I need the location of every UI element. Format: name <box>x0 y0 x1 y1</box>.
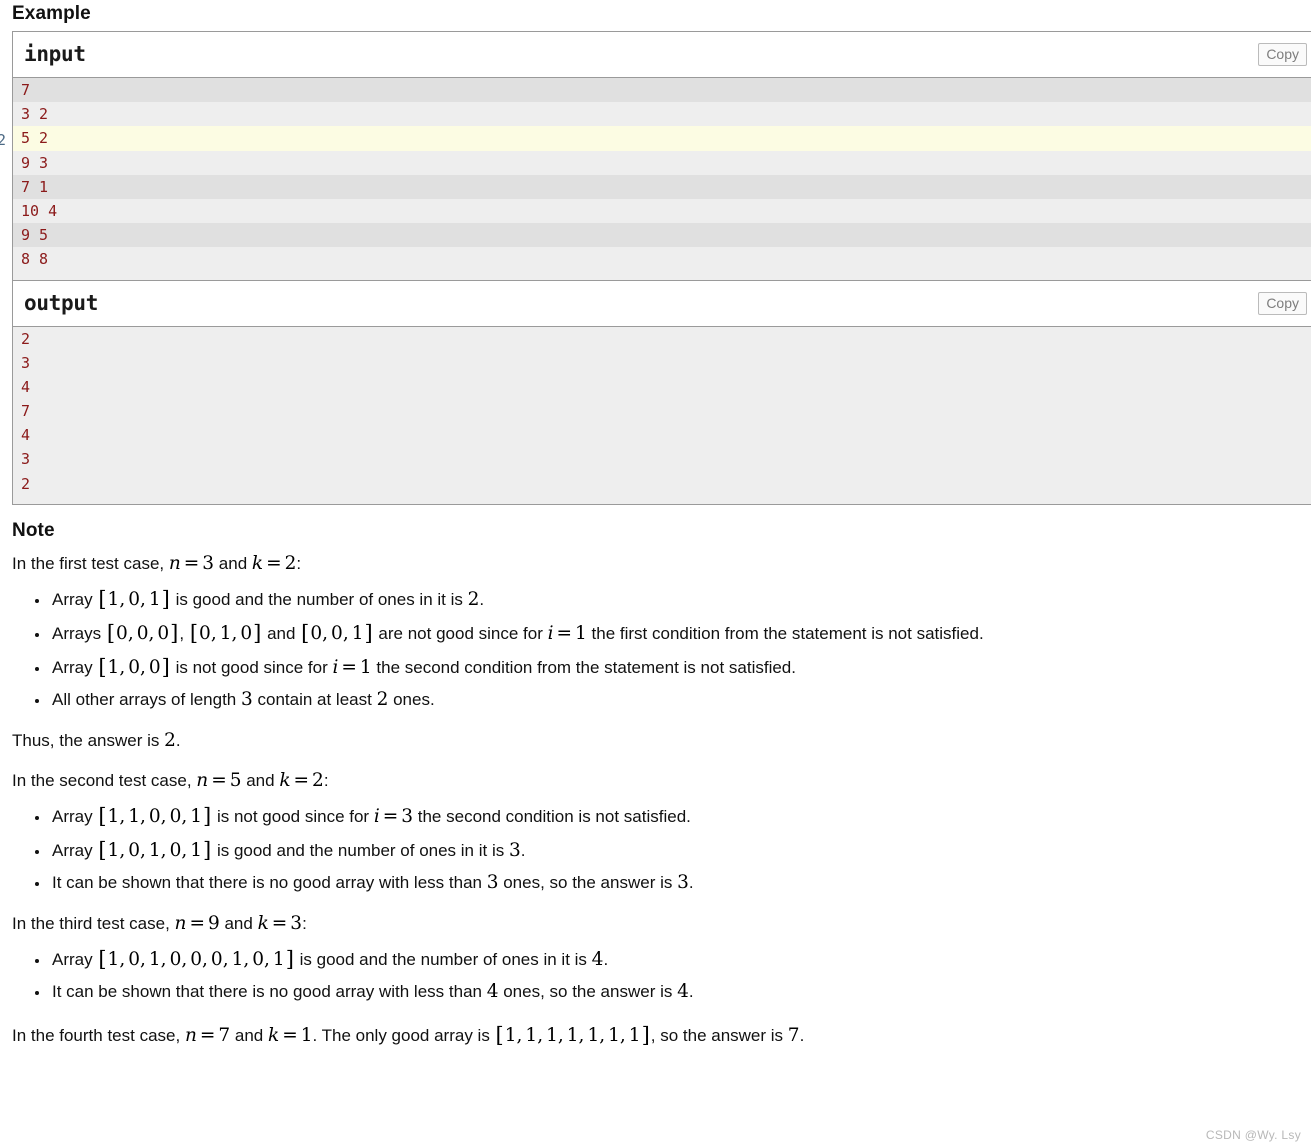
note-case1-conclusion: Thus, the answer is 2. <box>12 729 181 751</box>
sample-line: 2 <box>13 471 1311 496</box>
sample-line: 8 8 <box>13 247 1311 272</box>
math-array: [1, 0, 0] <box>98 654 170 679</box>
sample-line: 9 3 <box>13 150 1311 175</box>
math-number: 3 <box>677 872 689 894</box>
math-number: 3 <box>508 840 521 862</box>
math-number: 2 <box>376 688 389 710</box>
sample-line: 10 4 <box>13 198 1311 224</box>
note-bullet-item: All other arrays of length 3 contain at … <box>50 686 1302 714</box>
note-case2-intro: In the second test case, n = 5 and k = 2: <box>12 770 329 792</box>
math-array: [1, 1, 1, 1, 1, 1, 1] <box>495 1023 650 1048</box>
note-bullet-item: Arrays [0,0,0], [0,1,0] and [0,0,1] are … <box>50 618 1302 650</box>
sample-line: 4 <box>13 374 1311 400</box>
note-bullet-item: Array [1,0,1,0,1] is good and the number… <box>50 835 1302 867</box>
math-number: 3 <box>486 872 499 894</box>
math-array: [1, 0, 1, 0, 0, 0, 1, 0, 1] <box>98 947 294 971</box>
sample-line: 7 <box>13 399 1311 424</box>
problem-statement-page: Example input Copy 73 25 29 37 1 10 49 58… <box>0 0 1311 1148</box>
sample-tests-container: input Copy 73 25 29 37 1 10 49 58 8 outpu… <box>12 31 1311 505</box>
math-array: [1, 1, 0, 0, 1] <box>98 804 212 829</box>
math-array: [1, 0, 1] <box>98 586 170 611</box>
math-expression: k = 1 <box>267 1025 313 1047</box>
math-expression: k = 2 <box>251 553 297 574</box>
example-section-heading: Example <box>12 3 91 24</box>
sample-input-text[interactable]: 73 25 29 37 1 10 49 58 8 <box>13 77 1311 280</box>
math-number: 4 <box>591 949 604 970</box>
math-expression: n = 3 <box>168 553 215 574</box>
math-array: [0, 0, 0] <box>106 620 179 645</box>
note-case3-intro: In the third test case, n = 9 and k = 3: <box>12 913 307 935</box>
sample-line: 4 <box>13 423 1311 448</box>
copy-input-button[interactable]: Copy <box>1258 43 1307 66</box>
sample-line: 7 1 <box>13 174 1311 199</box>
copy-output-button[interactable]: Copy <box>1258 291 1307 315</box>
sample-input-header: input Copy <box>13 32 1311 77</box>
note-bullet-item: Array [1,0,1,0,0,0,1,0,1] is good and th… <box>50 944 1302 976</box>
sample-line: 3 <box>13 447 1311 472</box>
sample-pre-padding <box>13 271 1311 280</box>
sample-input-block: input Copy 73 25 29 37 1 10 49 58 8 <box>12 31 1311 280</box>
math-expression: k = 3 <box>257 913 303 935</box>
note-case3-bullets: Array [1,0,1,0,0,0,1,0,1] is good and th… <box>12 944 1302 1006</box>
sample-line: 5 2 <box>13 126 1311 151</box>
math-number: 4 <box>677 980 689 1002</box>
math-number: 3 <box>240 688 253 710</box>
sample-input-title: input <box>24 42 86 66</box>
note-body: In the first test case, n=3 and k=2: Arr… <box>12 551 1302 1064</box>
sample-line: 7 <box>13 78 1311 103</box>
sample-line: 9 5 <box>13 223 1311 248</box>
sample-output-header: output Copy <box>13 280 1311 326</box>
note-case2-bullets: Array [1,1,0,0,1] is not good since for … <box>12 801 1302 897</box>
sample-output-title: output <box>24 290 99 315</box>
math-condition: i = 1 <box>332 656 372 678</box>
note-bullet-item: Array [1,0,1] is good and the number of … <box>50 584 1302 616</box>
math-expression: n = 5 <box>196 770 242 792</box>
note-bullet-item: Array [1,1,0,0,1] is not good since for … <box>50 801 1302 833</box>
left-edge-artifact: 2 <box>0 131 7 149</box>
csdn-watermark: CSDN @Wy. Lsy <box>1205 1128 1301 1142</box>
sample-output-text[interactable]: 2347432 <box>13 325 1311 504</box>
note-case4-paragraph: In the fourth test case, n = 7 and k = 1. Th… <box>12 1023 805 1048</box>
math-array: [1, 0, 1, 0, 1] <box>98 838 212 863</box>
sample-output-block: output Copy 2347432 <box>12 279 1311 505</box>
math-expression: n = 7 <box>184 1025 231 1047</box>
note-case1-bullets: Array [1,0,1] is good and the number of … <box>12 584 1302 714</box>
note-case1-intro: In the first test case, n = 3 and k = 2: <box>12 553 302 574</box>
math-number: 2 <box>164 729 176 751</box>
note-bullet-item: Array [1,0,0] is not good since for i=1 … <box>50 652 1302 684</box>
sample-pre-padding <box>13 495 1311 504</box>
note-section-heading: Note <box>12 520 55 541</box>
sample-line: 3 <box>13 350 1311 375</box>
math-expression: n = 9 <box>174 913 220 935</box>
math-expression: k = 2 <box>279 770 324 792</box>
math-condition: i = 3 <box>373 806 414 828</box>
math-number: 2 <box>467 588 480 610</box>
note-bullet-item: It can be shown that there is no good ar… <box>50 978 1302 1006</box>
math-condition: i = 1 <box>547 622 587 644</box>
math-number: 7 <box>787 1025 800 1047</box>
math-array: [0, 0, 1] <box>301 620 373 645</box>
math-array: [0, 1, 0] <box>189 620 262 645</box>
sample-line: 3 2 <box>13 102 1311 127</box>
sample-line: 2 <box>13 326 1311 351</box>
note-bullet-item: It can be shown that there is no good ar… <box>50 869 1302 897</box>
math-number: 4 <box>486 980 499 1002</box>
